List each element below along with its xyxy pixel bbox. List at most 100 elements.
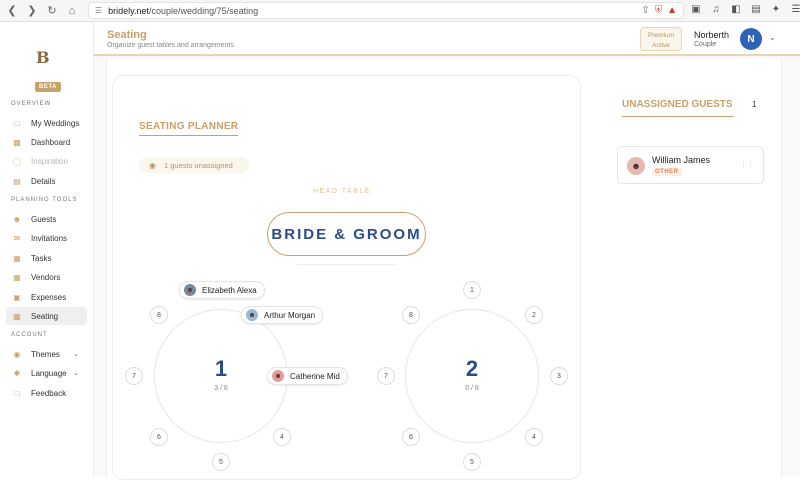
seat[interactable]: 7 <box>125 367 143 385</box>
music-icon[interactable]: ♫ <box>710 4 722 15</box>
seat[interactable]: 4 <box>273 428 291 446</box>
seated-guest-chip[interactable]: ☻ Elizabeth Alexa <box>179 281 265 299</box>
sidebar-item-label: Language <box>31 368 67 378</box>
section-overview: OVERVIEW <box>11 101 52 107</box>
section-account: ACCOUNT <box>11 332 48 338</box>
home-icon[interactable]: ⌂ <box>64 3 80 19</box>
translate-icon: ✱ <box>13 368 21 378</box>
reload-icon[interactable]: ↻ <box>44 3 60 19</box>
users-icon: ☻ <box>12 214 22 224</box>
browser-toolbar: ❮ ❯ ↻ ⌂ ⚑ ☰ bridely.net/couple/wedding/7… <box>0 0 800 22</box>
seat[interactable]: 2 <box>525 306 543 324</box>
seated-guest-chip[interactable]: ☻ Arthur Morgan <box>241 306 324 324</box>
document-icon: ▤ <box>13 176 21 186</box>
sidebar-item-expenses[interactable]: ▣ Expenses <box>6 288 87 306</box>
unassigned-guest-card[interactable]: ☻ William James OTHER ⋮⋮ <box>617 146 764 184</box>
sparkle-icon[interactable]: ✦ <box>770 4 782 15</box>
envelope-icon: ✉ <box>13 233 21 243</box>
sidebar-item-feedback[interactable]: □ Feedback <box>6 384 87 402</box>
sidebar-item-dashboard[interactable]: ▩ Dashboard <box>6 133 87 151</box>
table-number: 2 <box>465 356 479 381</box>
premium-label: Premium <box>647 32 674 39</box>
sidebar-item-themes[interactable]: ◉ Themes ⌄ <box>6 345 87 363</box>
chevron-down-icon: ⌄ <box>73 370 79 377</box>
monitor-icon: □ <box>14 118 20 128</box>
premium-badge[interactable]: Premium Active <box>640 27 682 51</box>
back-icon[interactable]: ❮ <box>4 3 20 19</box>
unassigned-guests-pill[interactable]: ◉ 1 guests unassigned <box>139 157 249 173</box>
beta-badge: BETA <box>35 82 61 92</box>
dashboard-icon: ▩ <box>13 137 21 147</box>
sidebar-item-label: My Weddings <box>31 118 80 128</box>
wallet-icon[interactable]: ▤ <box>750 4 762 15</box>
seat[interactable]: 6 <box>402 428 420 446</box>
page-title: Seating <box>107 29 147 41</box>
sidebar-item-seating[interactable]: ▦ Seating <box>6 307 87 325</box>
address-bar[interactable]: ☰ bridely.net/couple/wedding/75/seating … <box>88 2 684 19</box>
page-header: Seating Organize guest tables and arrang… <box>94 22 800 56</box>
section-planning-tools: PLANNING TOOLS <box>11 197 78 203</box>
url-path: /couple/wedding/75/seating <box>149 5 259 16</box>
calendar-icon: ▦ <box>13 311 21 321</box>
chevron-down-icon: ⌄ <box>73 351 79 358</box>
seat[interactable]: 8 <box>150 306 168 324</box>
page-subtitle: Organize guest tables and arrangements <box>107 42 234 49</box>
unassigned-count: 1 <box>752 100 757 109</box>
forward-icon[interactable]: ❯ <box>24 3 40 19</box>
user-role: Couple <box>694 41 717 48</box>
chevron-down-icon[interactable]: ⌄ <box>769 33 776 42</box>
chat-icon: □ <box>14 388 20 398</box>
seating-planner-title: SEATING PLANNER <box>139 121 239 136</box>
guest-name: Arthur Morgan <box>264 310 316 320</box>
seat[interactable]: 5 <box>463 453 481 471</box>
guest-name: Elizabeth Alexa <box>202 285 257 295</box>
avatar[interactable]: N <box>740 28 762 50</box>
calendar-icon: ▦ <box>13 272 21 282</box>
seat[interactable]: 8 <box>402 306 420 324</box>
sidebar-item-label: Guests <box>31 214 57 224</box>
user-name: Norberth <box>694 30 730 40</box>
share-icon[interactable]: ⇪ <box>641 5 649 16</box>
sidebar-item-tasks[interactable]: ▦ Tasks <box>6 249 87 267</box>
seat[interactable]: 1 <box>463 281 481 299</box>
head-table-label: HEAD TABLE <box>313 188 371 195</box>
seat[interactable]: 4 <box>525 428 543 446</box>
sidebar-item-label: Invitations <box>31 233 68 243</box>
seat[interactable]: 7 <box>377 367 395 385</box>
guest-avatar: ☻ <box>246 309 258 321</box>
sidebar-item-guests[interactable]: ☻ Guests <box>6 210 87 228</box>
sidebar-item-inspiration[interactable]: ◯ Inspiration <box>6 152 87 170</box>
warning-icon[interactable]: ▲ <box>667 5 677 16</box>
guest-avatar: ☻ <box>272 370 284 382</box>
seat[interactable]: 5 <box>212 453 230 471</box>
sidebar-item-language[interactable]: ✱ Language ⌄ <box>6 364 87 382</box>
guest-name: William James <box>652 155 711 165</box>
money-icon: ▣ <box>13 292 21 302</box>
site-settings-icon[interactable]: ☰ <box>95 6 102 15</box>
brand-logo[interactable]: B <box>36 48 52 68</box>
sidebar-item-details[interactable]: ▤ Details <box>6 172 87 190</box>
url-host: bridely.net <box>108 5 150 16</box>
sidebar-item-invitations[interactable]: ✉ Invitations <box>6 229 87 247</box>
sidebar-item-label: Dashboard <box>31 137 71 147</box>
guest-name: Catherine Mid <box>290 371 340 381</box>
lightbulb-icon: ◯ <box>12 156 22 166</box>
sidebar-toggle-icon[interactable]: ◧ <box>730 4 742 15</box>
sidebar-item-vendors[interactable]: ▦ Vendors <box>6 268 87 286</box>
seat[interactable]: 3 <box>550 367 568 385</box>
head-table[interactable]: BRIDE & GROOM <box>267 212 426 256</box>
sidebar-item-label: Seating <box>31 311 59 321</box>
drag-handle-icon[interactable]: ⋮⋮ <box>740 161 754 169</box>
divider <box>297 264 397 265</box>
unassigned-pill-label: 1 guests unassigned <box>163 160 233 170</box>
seat[interactable]: 6 <box>150 428 168 446</box>
table-seat-count: 0 / 8 <box>465 385 479 392</box>
menu-icon[interactable]: ☰ <box>790 4 800 15</box>
shield-icon[interactable]: ⛨ <box>655 5 663 16</box>
premium-status: Active <box>652 42 670 49</box>
seated-guest-chip[interactable]: ☻ Catherine Mid <box>267 367 348 385</box>
screenshot-icon[interactable]: ▣ <box>690 4 702 15</box>
sidebar-item-label: Details <box>31 176 56 186</box>
eye-icon: ◉ <box>149 160 156 170</box>
sidebar-item-my-weddings[interactable]: □ My Weddings <box>6 114 87 132</box>
